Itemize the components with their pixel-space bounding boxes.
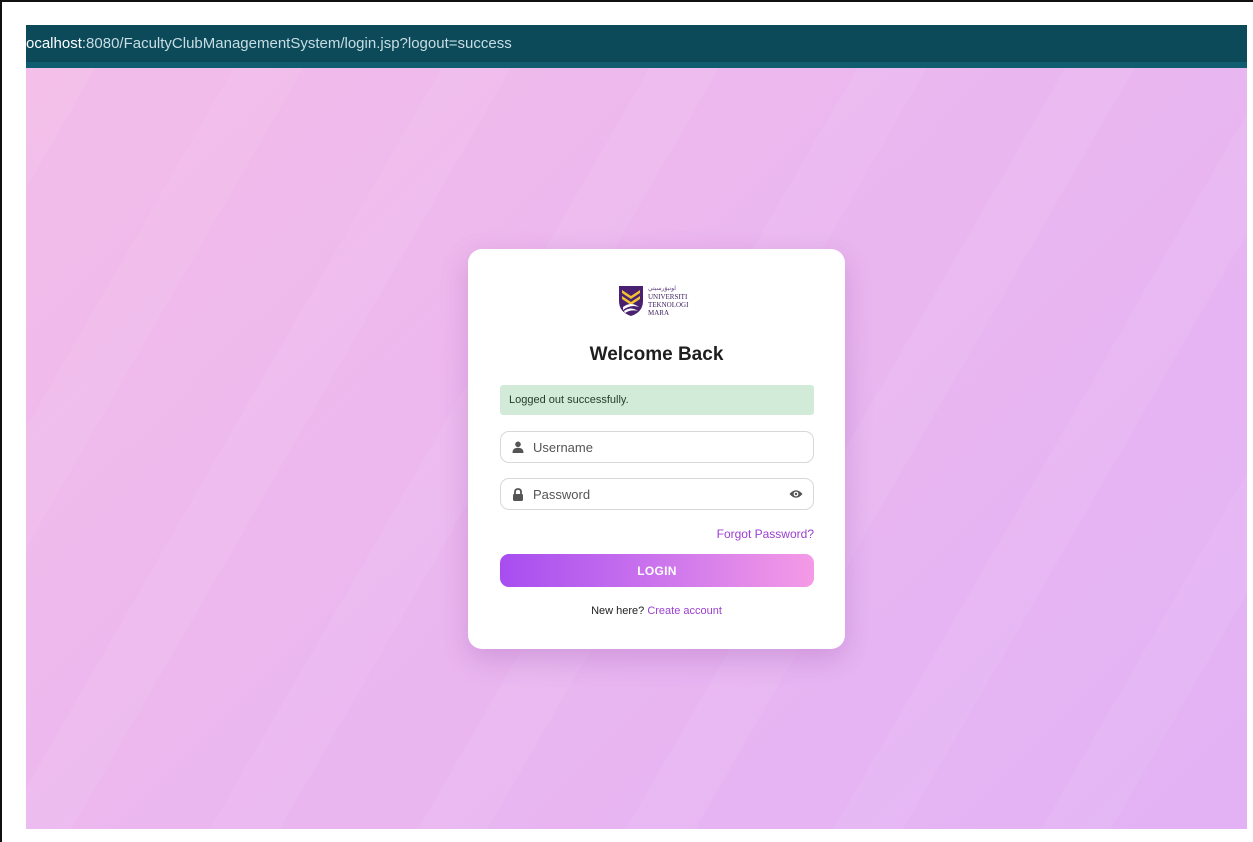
logo-wordmark: ﺍﻮﻧﻴﯚﺭﺳﻴﺘﻲ UNIVERSITI TEKNOLOGI MARA [648, 285, 688, 317]
password-input[interactable] [533, 481, 773, 507]
logo-jawi: ﺍﻮﻧﻴﯚﺭﺳﻴﺘﻲ [648, 286, 676, 292]
eye-icon[interactable] [789, 487, 803, 501]
logo-teknologi: TEKNOLOGI [648, 301, 689, 309]
signup-prompt-text: New here? [591, 605, 645, 617]
browser-frame: ocalhost:8080/FacultyClubManagementSyste… [0, 0, 1253, 842]
url-path: :8080/FacultyClubManagementSystem/login.… [81, 35, 512, 52]
url-host: ocalhost [26, 35, 82, 52]
user-icon [511, 440, 525, 454]
uitm-logo: ﺍﻮﻧﻴﯚﺭﺳﻴﺘﻲ UNIVERSITI TEKNOLOGI MARA [618, 283, 698, 319]
signup-prompt: New here? Create account [468, 605, 845, 617]
logo-universiti: UNIVERSITI [648, 293, 688, 301]
login-card: ﺍﻮﻧﻴﯚﺭﺳﻴﺘﻲ UNIVERSITI TEKNOLOGI MARA Wel… [468, 249, 845, 649]
logo-mara: MARA [648, 309, 670, 317]
page-viewport: ﺍﻮﻧﻴﯚﺭﺳﻴﺘﻲ UNIVERSITI TEKNOLOGI MARA Wel… [26, 68, 1247, 829]
create-account-link[interactable]: Create account [647, 605, 722, 617]
logout-success-alert: Logged out successfully. [500, 385, 814, 415]
lock-icon [511, 487, 525, 501]
page-title: Welcome Back [589, 344, 724, 365]
login-button[interactable]: LOGIN [500, 554, 814, 587]
username-input[interactable] [533, 434, 773, 460]
forgot-password-link[interactable]: Forgot Password? [717, 527, 814, 541]
crest-icon [619, 286, 643, 316]
address-bar[interactable]: ocalhost:8080/FacultyClubManagementSyste… [26, 25, 1247, 68]
password-field[interactable] [500, 478, 814, 510]
username-field[interactable] [500, 431, 814, 463]
